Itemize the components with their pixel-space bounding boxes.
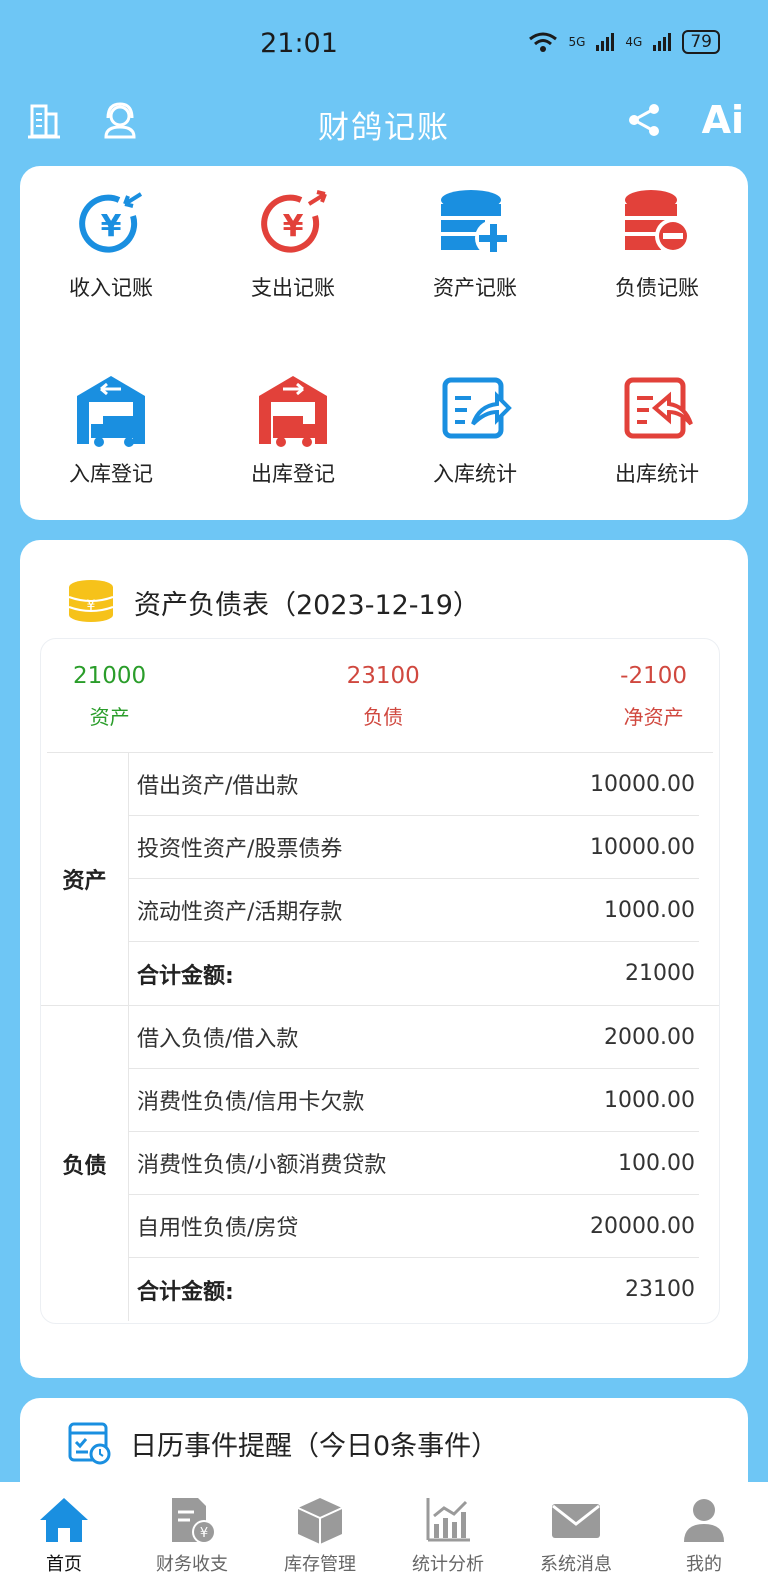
income-yen-icon: ¥ <box>79 192 143 253</box>
stats-in-button[interactable]: 入库统计 <box>384 352 566 538</box>
table-row[interactable]: 借出资产/借出款 10000.00 <box>129 753 699 816</box>
assets-group: 资产 借出资产/借出款 10000.00 投资性资产/股票债券 10000.00 流… <box>41 753 719 1006</box>
box-icon <box>297 1498 343 1544</box>
liabilities-total-row: 合计金额: 23100 <box>137 1277 695 1305</box>
expense-record-button[interactable]: ¥ 支出记账 <box>202 166 384 352</box>
svg-text:¥: ¥ <box>101 209 122 244</box>
liabilities-summary[interactable]: 23100 负债 <box>347 639 420 752</box>
table-row[interactable]: 自用性负债/房贷 20000.00 <box>129 1195 699 1258</box>
asset-add-icon <box>441 190 511 256</box>
tab-statistics[interactable]: 统计分析 <box>384 1482 512 1584</box>
svg-text:¥: ¥ <box>87 598 96 614</box>
tab-finance[interactable]: ¥ 财务收支 <box>128 1482 256 1584</box>
signal-4g: 4G <box>625 35 643 49</box>
tab-mine[interactable]: 我的 <box>640 1482 768 1584</box>
asset-record-button[interactable]: 资产记账 <box>384 166 566 352</box>
battery-level: 79 <box>682 30 720 54</box>
calendar-header[interactable]: 日历事件提醒（今日0条事件） <box>20 1398 748 1466</box>
stats-in-icon <box>442 377 512 439</box>
user-icon <box>684 1499 724 1542</box>
wifi-icon <box>529 32 558 52</box>
balance-sheet-table: 21000 资产 23100 负债 -2100 净资产 资产 借出资产/借出款 1… <box>40 638 720 1324</box>
app-header: 财鸽记账 Ai <box>0 90 768 166</box>
signal-icon <box>653 33 672 51</box>
share-icon[interactable] <box>624 100 664 140</box>
calendar-title: 日历事件提醒（今日0条事件） <box>130 1430 499 1462</box>
coins-icon: ¥ <box>68 580 114 622</box>
quick-actions-card: ¥ 收入记账 ¥ 支出记账 资产记账 负债记账 入库登记 出库登记 入库统计 出… <box>20 166 748 520</box>
balance-sheet-card: ¥ 资产负债表（2023-12-19） 21000 资产 23100 负债 -2… <box>20 540 748 1378</box>
chart-icon <box>426 1498 470 1542</box>
liability-minus-icon <box>625 190 691 254</box>
balance-sheet-header: ¥ 资产负债表（2023-12-19） <box>20 540 748 640</box>
net-assets-summary[interactable]: -2100 净资产 <box>620 639 687 752</box>
assets-group-label: 资产 <box>41 753 129 1005</box>
status-icons: 5G 4G 79 <box>528 30 720 54</box>
svg-text:¥: ¥ <box>200 1526 208 1541</box>
liabilities-group-label: 负债 <box>41 1006 129 1321</box>
warehouse-in-icon <box>77 376 145 447</box>
home-icon <box>40 1498 88 1542</box>
warehouse-out-button[interactable]: 出库登记 <box>202 352 384 538</box>
finance-doc-icon: ¥ <box>172 1498 216 1544</box>
expense-yen-icon: ¥ <box>261 190 327 253</box>
status-bar: 21:01 5G 4G 79 <box>0 0 768 90</box>
liability-record-button[interactable]: 负债记账 <box>566 166 748 352</box>
assets-total-row: 合计金额: 21000 <box>137 961 695 989</box>
tab-messages[interactable]: 系统消息 <box>512 1482 640 1584</box>
signal-icon <box>596 33 615 51</box>
bottom-tab-bar: 首页 ¥ 财务收支 库存管理 统计分析 系统消息 我的 <box>0 1482 768 1584</box>
table-row[interactable]: 消费性负债/小额消费贷款 100.00 <box>129 1132 699 1195</box>
table-row[interactable]: 借入负债/借入款 2000.00 <box>129 1006 699 1069</box>
assets-summary[interactable]: 21000 资产 <box>73 639 146 752</box>
tab-inventory[interactable]: 库存管理 <box>256 1482 384 1584</box>
balance-summary: 21000 资产 23100 负债 -2100 净资产 <box>47 639 713 753</box>
income-record-button[interactable]: ¥ 收入记账 <box>20 166 202 352</box>
liabilities-group: 负债 借入负债/借入款 2000.00 消费性负债/信用卡欠款 1000.00 消费… <box>41 1006 719 1321</box>
warehouse-in-button[interactable]: 入库登记 <box>20 352 202 538</box>
balance-sheet-title: 资产负债表（2023-12-19） <box>134 589 480 621</box>
calendar-clock-icon <box>68 1422 111 1465</box>
warehouse-out-icon <box>259 376 327 447</box>
mail-icon <box>552 1504 600 1538</box>
table-row[interactable]: 投资性资产/股票债券 10000.00 <box>129 816 699 879</box>
svg-text:¥: ¥ <box>283 209 304 244</box>
stats-out-icon <box>624 377 693 439</box>
tab-home[interactable]: 首页 <box>0 1482 128 1584</box>
ai-button[interactable]: Ai <box>702 98 744 142</box>
table-row[interactable]: 流动性资产/活期存款 1000.00 <box>129 879 699 942</box>
signal-5g: 5G <box>568 35 586 49</box>
table-row[interactable]: 消费性负债/信用卡欠款 1000.00 <box>129 1069 699 1132</box>
stats-out-button[interactable]: 出库统计 <box>566 352 748 538</box>
